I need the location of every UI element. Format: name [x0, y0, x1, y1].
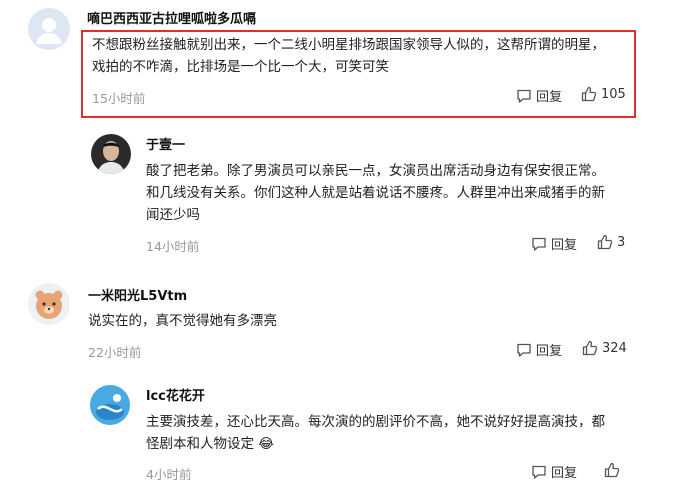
thumbs-up-icon [581, 86, 597, 102]
comment-bubble-icon [517, 89, 531, 103]
reply-button[interactable]: 回复 [516, 86, 562, 105]
comment-text: 酸了把老弟。除了男演员可以亲民一点，女演员出席活动身边有保安很正常。 和几线没有… [146, 163, 605, 223]
comment-4: lcc花花开 主要演技差，还心比天高。每次演的的剧评价不高，她不说好好提高演技，… [0, 375, 678, 482]
reply-button[interactable]: 回复 [531, 234, 577, 253]
comment-bubble-icon [532, 237, 546, 251]
comment-3: 一米阳光L5Vtm 说实在的，真不觉得她有多漂亮 22小时前 回复 324 [0, 280, 678, 375]
like-button[interactable]: 3 [597, 234, 625, 250]
thumbs-up-icon [597, 234, 613, 250]
comment-2: 于壹一 酸了把老弟。除了男演员可以亲民一点，女演员出席活动身边有保安很正常。 和… [0, 125, 678, 280]
thumbs-up-icon [582, 340, 598, 356]
reply-button[interactable]: 回复 [531, 462, 577, 481]
comment-1: 嘀巴西西亚古拉哩呱啦多瓜嗝 不想跟粉丝接触就别出来，一个二线小明星排场跟国家领导… [0, 0, 678, 125]
comment-username[interactable]: lcc花花开 [146, 385, 205, 404]
reply-button[interactable]: 回复 [516, 340, 562, 359]
user-avatar[interactable] [91, 134, 131, 174]
comment-username[interactable]: 一米阳光L5Vtm [88, 285, 187, 304]
laughing-emoji-icon: 😂 [258, 436, 275, 452]
comment-time: 15小时前 [92, 91, 146, 106]
comment-time: 22小时前 [88, 345, 142, 360]
comment-username[interactable]: 于壹一 [146, 134, 185, 153]
like-button[interactable]: 324 [582, 340, 627, 356]
comment-text: 说实在的，真不觉得她有多漂亮 [88, 313, 277, 329]
comment-username[interactable]: 嘀巴西西亚古拉哩呱啦多瓜嗝 [87, 8, 256, 27]
comment-text: 不想跟粉丝接触就别出来，一个二线小明星排场跟国家领导人似的，这帮所谓的明星， 戏… [92, 37, 605, 75]
comment-bubble-icon [532, 465, 546, 479]
comment-text: 主要演技差，还心比天高。每次演的的剧评价不高，她不说好好提高演技，都 怪剧本和人… [146, 414, 605, 452]
like-button[interactable] [604, 462, 624, 478]
comment-time: 14小时前 [146, 239, 200, 254]
user-avatar[interactable] [28, 283, 70, 325]
user-avatar[interactable] [90, 385, 130, 425]
like-button[interactable]: 105 [581, 86, 626, 102]
comment-bubble-icon [517, 343, 531, 357]
default-avatar[interactable] [28, 8, 70, 50]
thumbs-up-icon [604, 462, 620, 478]
